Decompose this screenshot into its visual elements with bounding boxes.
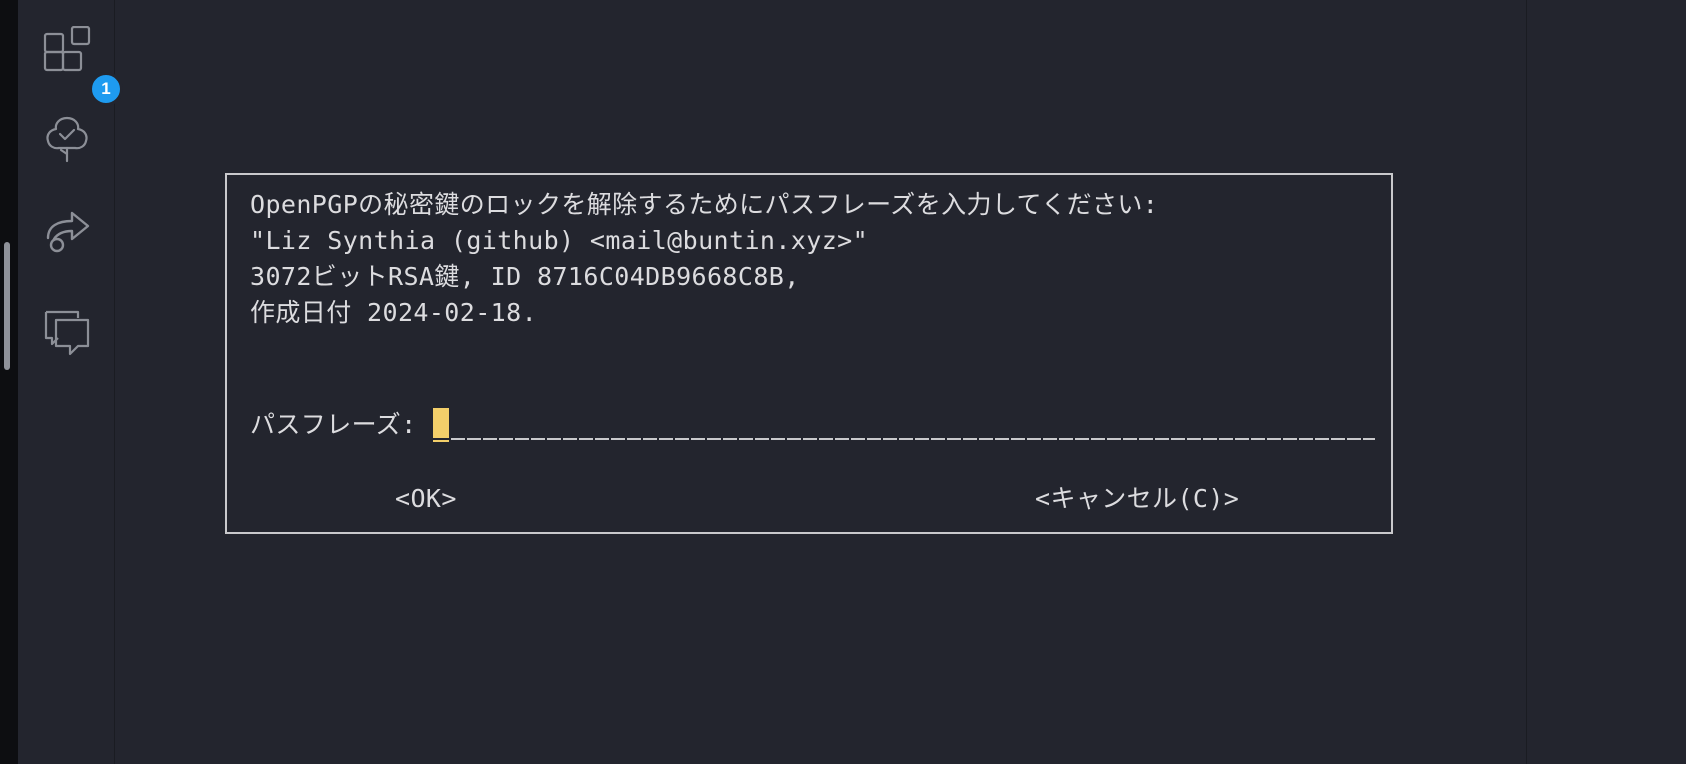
- key-creation-date: 作成日付 2024-02-18.: [250, 298, 538, 327]
- source-control-share-icon: [46, 211, 90, 253]
- key-info: 3072ビットRSA鍵, ID 8716C04DB9668C8B,: [250, 262, 800, 291]
- pinentry-dialog: OpenPGPの秘密鍵のロックを解除するためにパスフレーズを入力してください: …: [225, 173, 1393, 534]
- passphrase-input[interactable]: [432, 407, 1375, 443]
- panel-divider: [1526, 0, 1527, 764]
- key-user-id: "Liz Synthia (github) <mail@buntin.xyz>": [250, 226, 869, 255]
- notification-badge: 1: [89, 72, 123, 106]
- text-cursor: [432, 408, 449, 442]
- passphrase-label: パスフレーズ:: [250, 410, 417, 439]
- chat-button[interactable]: [42, 308, 92, 358]
- ok-button[interactable]: <OK>: [395, 481, 457, 517]
- extensions-icon: [43, 26, 91, 72]
- chat-icon: [44, 310, 90, 356]
- source-control-button[interactable]: [42, 208, 92, 258]
- tree-check-icon: [46, 116, 88, 163]
- activity-bar: 1: [18, 0, 123, 764]
- prompt-message: OpenPGPの秘密鍵のロックを解除するためにパスフレーズを入力してください:: [250, 190, 1159, 219]
- window-edge: [0, 0, 18, 764]
- input-underline: [450, 438, 1375, 440]
- cancel-button[interactable]: <キャンセル(C)>: [1035, 481, 1239, 517]
- testing-button[interactable]: [42, 114, 92, 164]
- extensions-button[interactable]: 1: [42, 26, 123, 106]
- app-window: 1 OpenPGPの秘密鍵のロックを解除するためにパスフレーズを入力してください…: [0, 0, 1686, 764]
- passphrase-row: パスフレーズ:: [250, 407, 1375, 443]
- scrollbar-thumb[interactable]: [4, 242, 10, 370]
